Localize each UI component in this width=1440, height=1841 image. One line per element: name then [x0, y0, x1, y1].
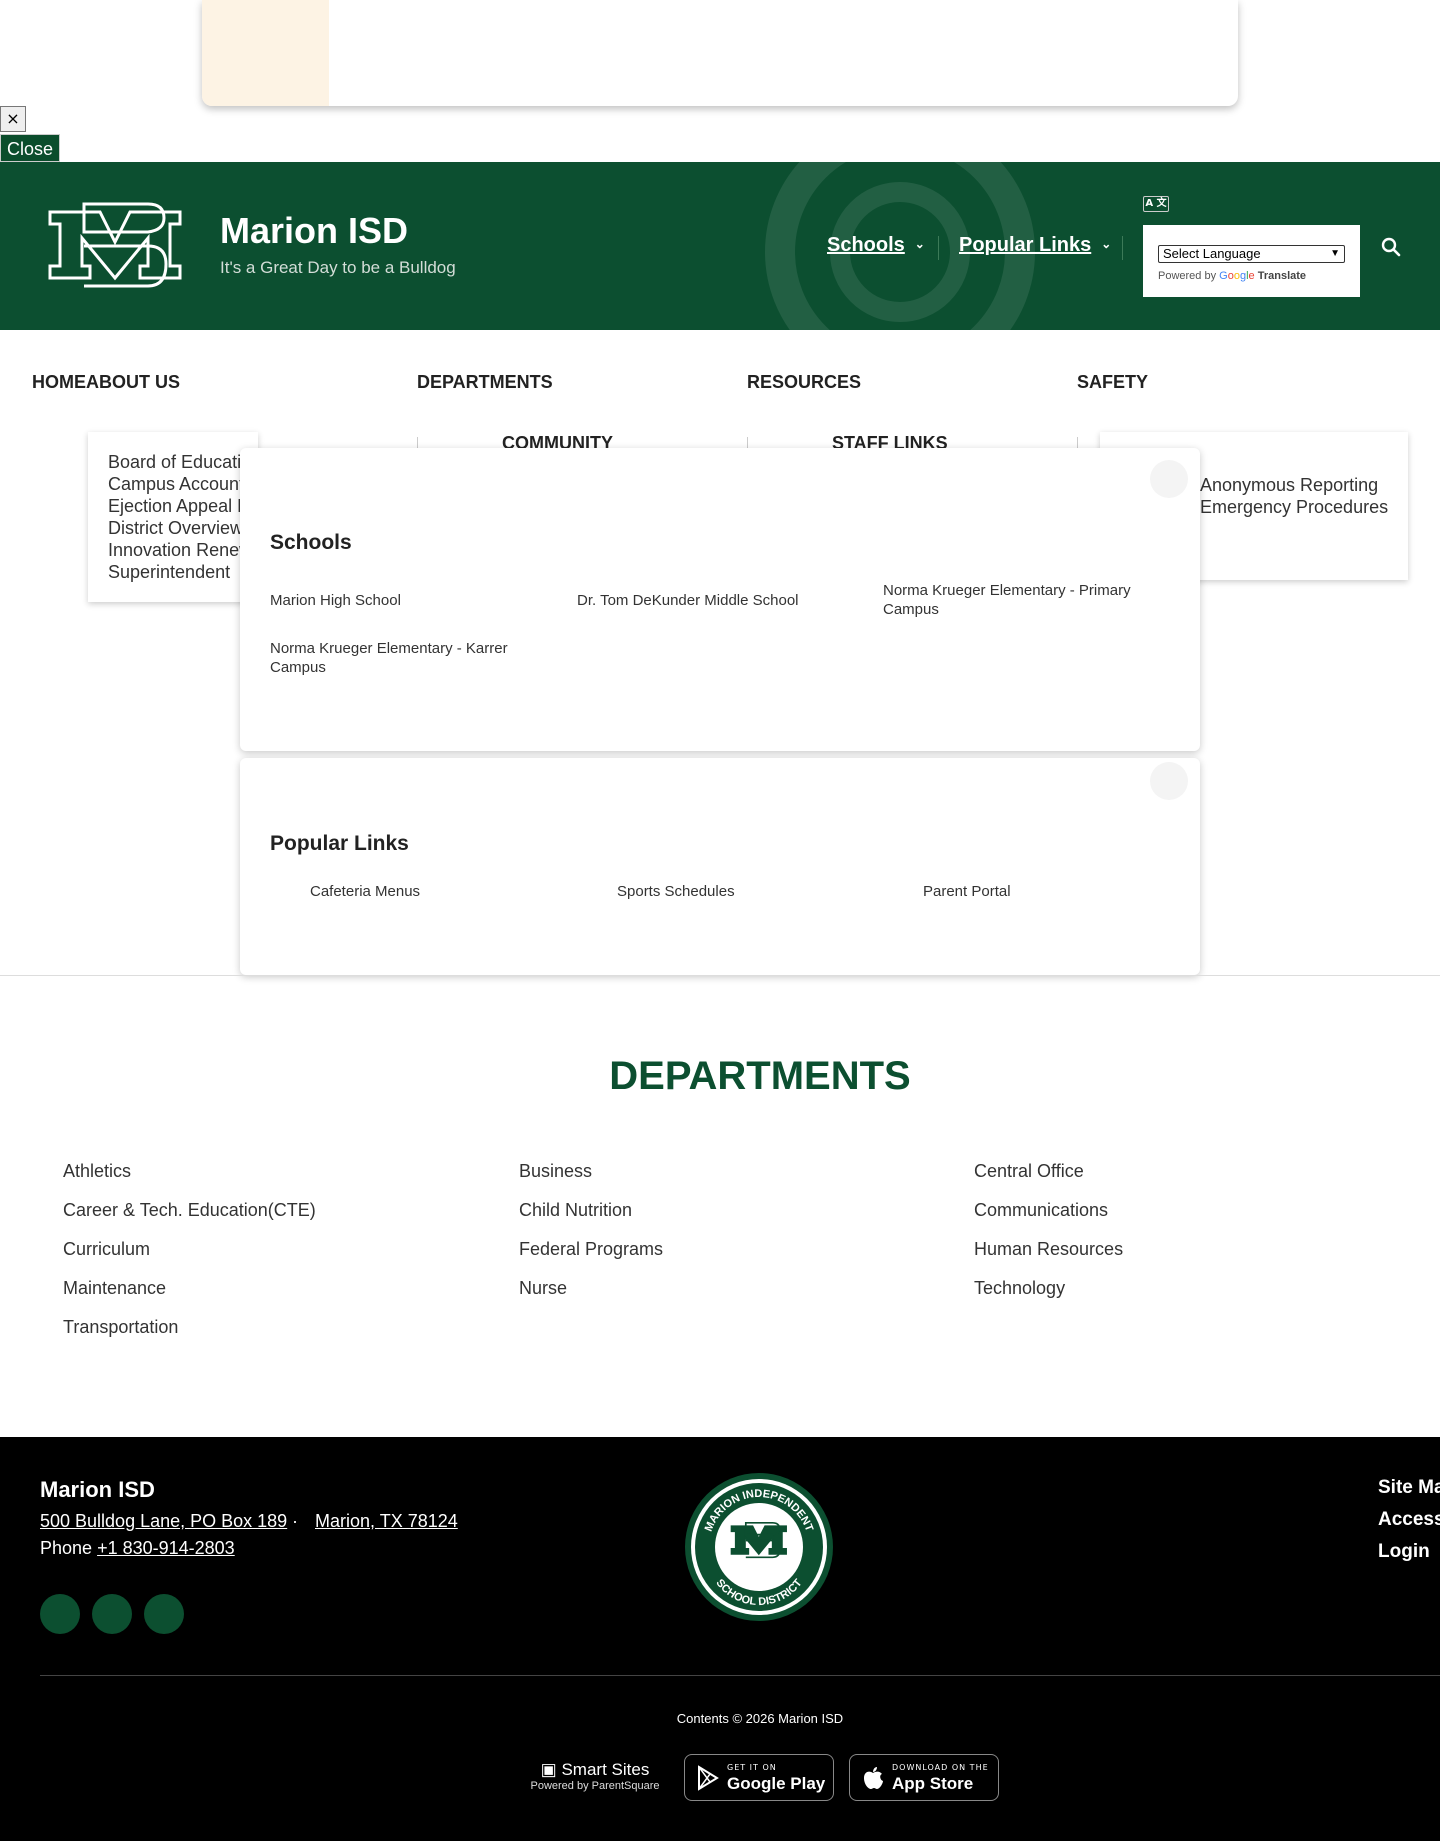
app-store-small-text: DOWNLOAD ON THE [892, 1763, 989, 1772]
language-select-value: Select Language [1163, 246, 1261, 261]
app-store-badge[interactable]: DOWNLOAD ON THE App Store [849, 1754, 999, 1801]
phone-label: Phone [40, 1538, 93, 1558]
dropdown-item[interactable]: Anonymous Reporting [1200, 475, 1378, 496]
footer-separator: · [292, 1511, 298, 1531]
nav-popular-links-label: Popular Links [959, 234, 1092, 256]
district-logo[interactable] [44, 202, 186, 288]
department-link[interactable]: Curriculum [63, 1239, 150, 1260]
department-link[interactable]: Communications [974, 1200, 1108, 1221]
dropdown-item[interactable]: Superintendent [108, 562, 230, 583]
dropdown-item[interactable]: Innovation Renewal [108, 540, 258, 561]
close-panel-button[interactable] [1150, 762, 1188, 800]
chevron-down-icon: ⌄ [1101, 237, 1112, 251]
school-link[interactable]: Dr. Tom DeKunder Middle School [577, 591, 847, 610]
nav-separator [938, 236, 939, 260]
department-link[interactable]: Human Resources [974, 1239, 1123, 1260]
phone-link[interactable]: +1 830-914-2803 [97, 1538, 235, 1558]
google-play-label: Google Play [727, 1774, 826, 1793]
select-arrow-icon: ▼ [1330, 248, 1340, 259]
nav-schools-label: Schools [827, 234, 905, 256]
nav-schools[interactable]: Schools ⌄ [827, 234, 925, 257]
schools-panel: Schools Marion High School Dr. Tom DeKun… [240, 448, 1200, 751]
nav-departments[interactable]: DEPARTMENTS [417, 372, 553, 393]
site-header: Marion ISD It's a Great Day to be a Bull… [0, 162, 1440, 330]
translate-label[interactable]: Translate [1258, 270, 1306, 282]
translate-icon: A 文 [1143, 196, 1169, 212]
section-divider [0, 975, 1440, 976]
smart-sites-label: Smart Sites [561, 1760, 650, 1779]
chevron-down-icon: ⌄ [914, 237, 925, 251]
footer-city-link[interactable]: Marion, TX 78124 [315, 1511, 458, 1532]
facebook-icon[interactable] [40, 1594, 80, 1634]
smart-sites-icon: ▣ [540, 1760, 557, 1779]
alert-image-placeholder [202, 0, 329, 106]
close-panel-button[interactable] [1150, 460, 1188, 498]
popular-link[interactable]: Cafeteria Menus [310, 882, 420, 901]
language-select[interactable]: Select Language ▼ [1158, 245, 1345, 263]
google-play-icon [698, 1765, 719, 1791]
nav-resources[interactable]: RESOURCES [747, 372, 861, 393]
popular-link[interactable]: Sports Schedules [617, 882, 735, 901]
dropdown-item[interactable]: District Overview [108, 518, 243, 539]
footer-accessibility-link[interactable]: Accessibility [1378, 1509, 1440, 1531]
department-link[interactable]: Athletics [63, 1161, 131, 1182]
search-icon[interactable] [1380, 236, 1402, 258]
footer-divider [40, 1675, 1440, 1676]
popular-link[interactable]: Parent Portal [923, 882, 1011, 901]
instagram-icon[interactable] [144, 1594, 184, 1634]
google-play-small-text: GET IT ON [727, 1763, 777, 1772]
about-dropdown: Board of Education Campus Accountability… [88, 432, 258, 602]
footer-login-link[interactable]: Login [1378, 1541, 1430, 1563]
powered-by-text: Powered by [1158, 270, 1217, 282]
popular-links-panel: Popular Links Cafeteria Menus Sports Sch… [240, 758, 1200, 975]
department-link[interactable]: Maintenance [63, 1278, 166, 1299]
department-link[interactable]: Federal Programs [519, 1239, 663, 1260]
site-footer: Marion ISD 500 Bulldog Lane, PO Box 189 … [0, 1437, 1440, 1841]
google-translate-widget: Select Language ▼ Powered by Google Tran… [1143, 225, 1360, 297]
google-letter: e [1248, 270, 1255, 282]
popular-links-panel-title: Popular Links [270, 832, 409, 855]
dropdown-item[interactable]: Emergency Procedures [1200, 497, 1388, 518]
nav-safety[interactable]: SAFETY [1077, 372, 1148, 393]
dismiss-x-button[interactable]: × [0, 106, 26, 132]
school-link[interactable]: Norma Krueger Elementary - Primary Campu… [883, 581, 1173, 619]
site-name[interactable]: Marion ISD [220, 210, 408, 252]
district-seal: MARION INDEPENDENT SCHOOL DISTRICT [685, 1473, 833, 1621]
apple-icon [864, 1767, 883, 1789]
department-link[interactable]: Technology [974, 1278, 1065, 1299]
nav-separator [1122, 236, 1123, 260]
footer-address-link[interactable]: 500 Bulldog Lane, PO Box 189 [40, 1511, 287, 1532]
copyright-text: Contents © 2026 Marion ISD [676, 1711, 844, 1726]
nav-popular-links[interactable]: Popular Links ⌄ [959, 234, 1111, 257]
department-link[interactable]: Child Nutrition [519, 1200, 632, 1221]
dropdown-item[interactable]: Board of Education [108, 452, 258, 473]
footer-site-name: Marion ISD [40, 1477, 155, 1502]
schools-panel-title: Schools [270, 531, 352, 554]
smart-sites-badge[interactable]: ▣ Smart Sites Powered by ParentSquare [524, 1760, 666, 1796]
twitter-icon[interactable] [92, 1594, 132, 1634]
school-link[interactable]: Norma Krueger Elementary - Karrer Campus [270, 639, 540, 677]
alert-banner [202, 0, 1238, 106]
footer-site-map-link[interactable]: Site Map [1378, 1477, 1440, 1499]
department-link[interactable]: Business [519, 1161, 592, 1182]
google-letter: G [1219, 270, 1228, 282]
school-link[interactable]: Marion High School [270, 591, 540, 610]
department-link[interactable]: Transportation [63, 1317, 178, 1338]
dropdown-item[interactable]: Campus Accountability [108, 474, 258, 495]
app-store-label: App Store [892, 1774, 974, 1793]
department-link[interactable]: Central Office [974, 1161, 1084, 1182]
google-play-badge[interactable]: GET IT ON Google Play [684, 1754, 834, 1801]
close-button[interactable]: Close [0, 134, 60, 162]
department-link[interactable]: Career & Tech. Education(CTE) [63, 1200, 316, 1221]
departments-heading: DEPARTMENTS [609, 1054, 911, 1098]
footer-phone: Phone +1 830-914-2803 [40, 1538, 235, 1559]
nav-home-about[interactable]: HOMEABOUT US [32, 372, 180, 393]
dropdown-item[interactable]: Ejection Appeal Process [108, 496, 258, 517]
site-tagline: It's a Great Day to be a Bulldog [220, 258, 456, 277]
powered-by-parentsquare: Powered by ParentSquare [530, 1780, 660, 1792]
department-link[interactable]: Nurse [519, 1278, 567, 1299]
powered-by-google: Powered by Google Translate [1158, 270, 1306, 282]
